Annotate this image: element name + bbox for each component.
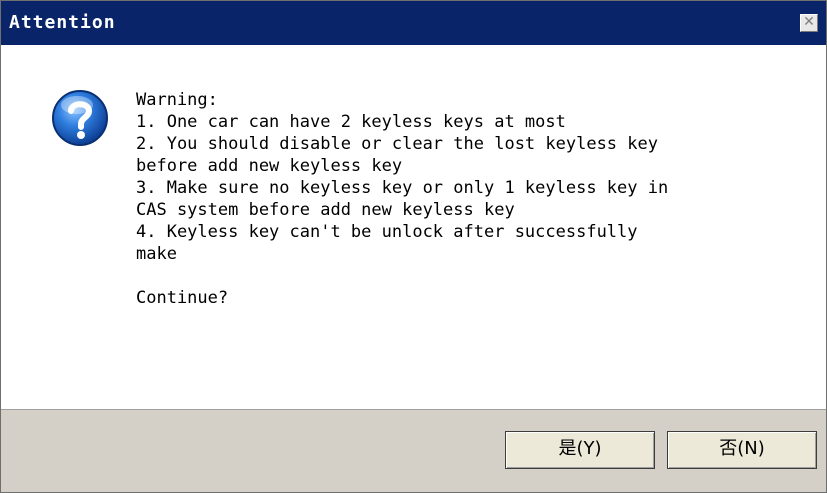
close-icon: ✕ <box>803 14 815 30</box>
no-button[interactable]: 否(N) <box>667 431 817 469</box>
button-bar: 是(Y) 否(N) <box>1 410 826 492</box>
message-line: Continue? <box>136 288 229 308</box>
dialog-content: Warning: 1. One car can have 2 keyless k… <box>1 45 826 409</box>
question-icon <box>52 90 108 146</box>
message-line: 4. Keyless key can't be unlock after suc… <box>136 222 638 242</box>
message-line: Warning: <box>136 90 218 110</box>
message-line: 3. Make sure no keyless key or only 1 ke… <box>136 178 669 198</box>
message-line: 1. One car can have 2 keyless keys at mo… <box>136 112 566 132</box>
message-text: Warning: 1. One car can have 2 keyless k… <box>136 89 796 309</box>
yes-button[interactable]: 是(Y) <box>505 431 655 469</box>
dialog-title: Attention <box>9 12 116 33</box>
attention-dialog: Attention ✕ Warning: 1. One car can have… <box>0 0 827 493</box>
message-line: before add new keyless key <box>136 156 403 176</box>
close-button[interactable]: ✕ <box>800 14 818 32</box>
title-bar[interactable]: Attention ✕ <box>1 1 826 45</box>
message-line: 2. You should disable or clear the lost … <box>136 134 658 154</box>
message-line: CAS system before add new keyless key <box>136 200 515 220</box>
message-line: make <box>136 244 177 264</box>
